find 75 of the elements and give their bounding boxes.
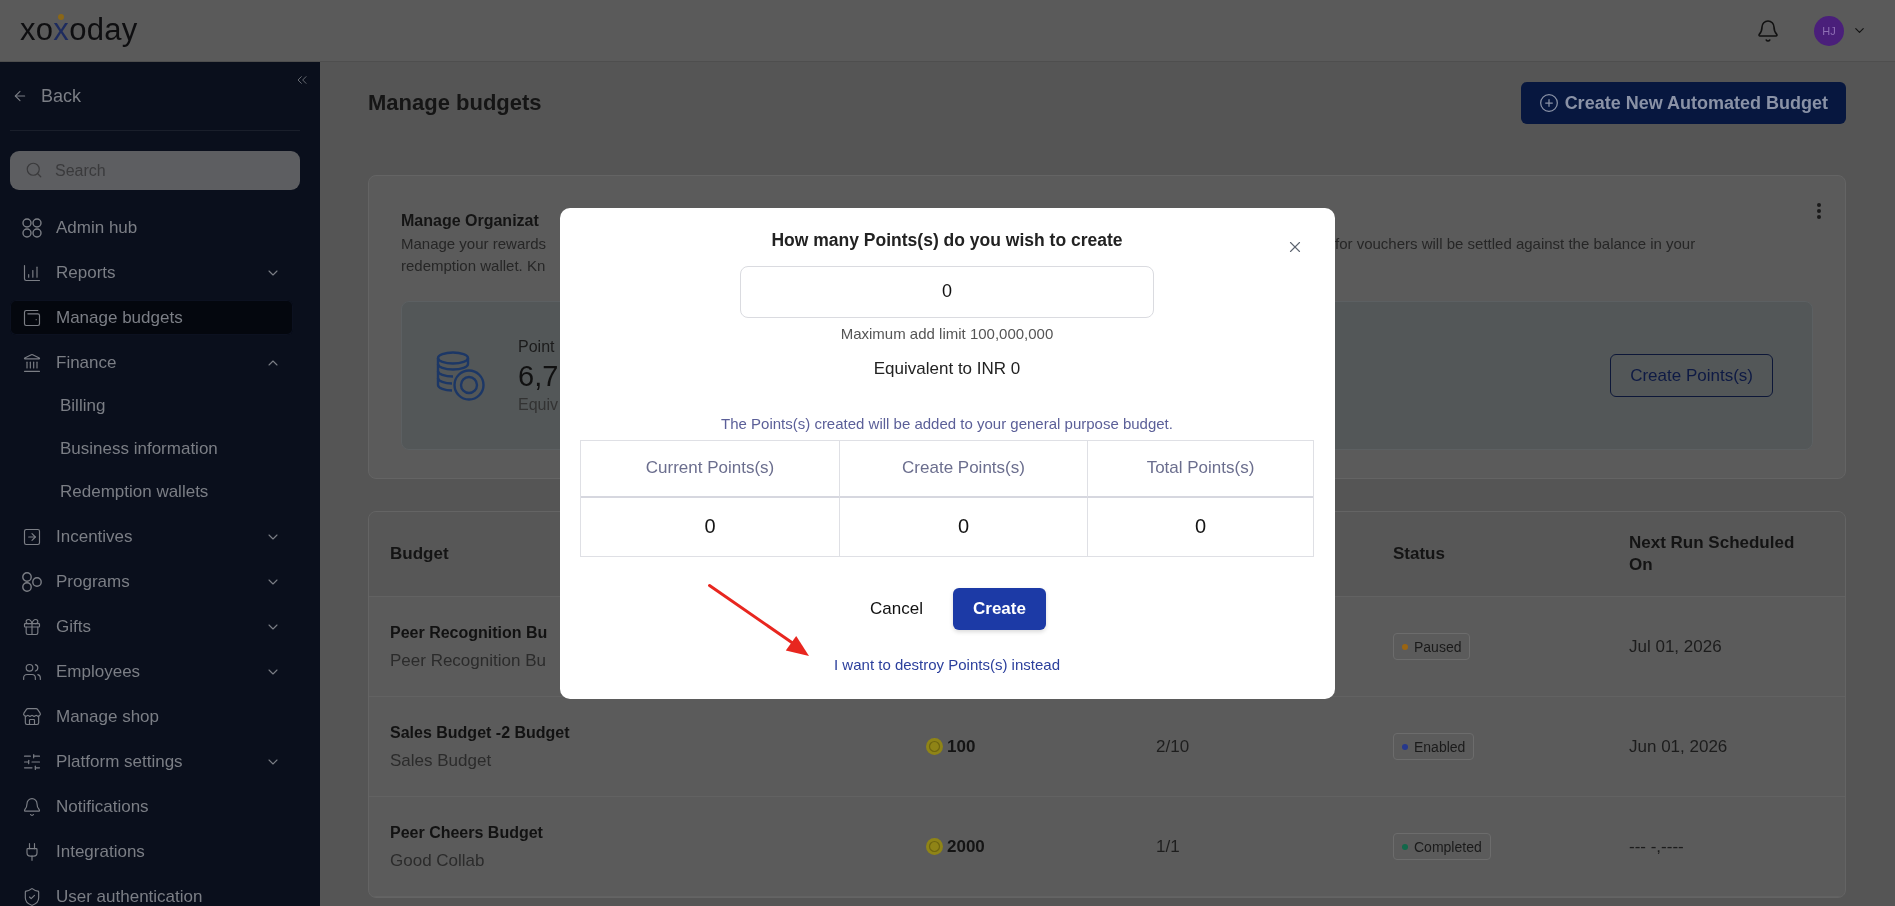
store-icon: [22, 706, 42, 727]
sliders-icon: [22, 751, 42, 772]
sidebar-item[interactable]: Gifts: [10, 609, 293, 644]
status-label: Paused: [1414, 638, 1462, 655]
search-icon: [25, 161, 43, 179]
create-budget-button[interactable]: Create New Automated Budget: [1520, 82, 1846, 124]
table-cell-text: 0: [1193, 514, 1208, 539]
wallet-icon: [22, 307, 42, 328]
sidebar-subitem[interactable]: Billing: [10, 388, 293, 423]
coins-icon: [435, 350, 485, 401]
column-header: Status: [1393, 543, 1445, 565]
shield-check-icon: [22, 886, 42, 906]
more-options-button[interactable]: [1817, 203, 1821, 219]
limit-note: Maximum add limit 100,000,000: [840, 324, 1054, 343]
budget-name: Peer Recognition Bu: [390, 622, 548, 643]
coin-icon: [926, 738, 943, 755]
coin-icon: [926, 838, 943, 855]
budget-amount: 100: [947, 736, 976, 757]
cancel-button[interactable]: Cancel: [848, 587, 945, 630]
budget-usage: 1/1: [1156, 836, 1180, 857]
budget-usage: 2/10: [1156, 736, 1190, 757]
three-circles-icon: [22, 571, 42, 592]
sidebar-item[interactable]: Manage budgets: [10, 300, 293, 335]
next-run-date: Jun 01, 2026: [1629, 736, 1728, 757]
sidebar-item[interactable]: Finance: [10, 345, 293, 380]
users-icon: [22, 661, 42, 682]
create-button[interactable]: Create: [953, 587, 1046, 630]
sidebar-item[interactable]: Employees: [10, 654, 293, 689]
table-cell: 0: [581, 497, 840, 556]
column-header: Budget: [390, 543, 449, 565]
bar-chart-icon: [22, 262, 42, 283]
status-label: Completed: [1414, 838, 1482, 855]
status-label: Enabled: [1414, 738, 1466, 755]
table-cell: 0: [840, 497, 1088, 556]
column-header: Create Points(s): [840, 440, 1088, 498]
sidebar-subitem[interactable]: Business information: [10, 431, 293, 466]
budget-amount: 2000: [947, 836, 985, 857]
sidebar-item[interactable]: Notifications: [10, 789, 293, 824]
sidebar-subitem[interactable]: Redemption wallets: [10, 474, 293, 509]
bank-icon: [22, 352, 42, 373]
next-run-date: --- -,----: [1629, 836, 1684, 857]
sidebar-item[interactable]: Platform settings: [10, 744, 293, 779]
budget-name: Sales Budget -2 Budget: [390, 722, 570, 743]
back-button[interactable]: Back: [12, 84, 82, 108]
kebab-menu-icon: [1817, 203, 1821, 219]
logo: xoxoday: [20, 11, 138, 50]
notifications-button[interactable]: [1756, 18, 1780, 43]
arrow-square-icon: [22, 526, 42, 547]
circles-grid-icon: [22, 217, 42, 238]
column-header: Next Run Scheduled On: [1629, 532, 1796, 576]
points-label: Point: [518, 336, 555, 357]
sidebar-item[interactable]: Admin hub: [10, 210, 293, 245]
gift-icon: [22, 616, 42, 637]
avatar[interactable]: HJ: [1814, 15, 1844, 46]
next-run-date: Jul 01, 2026: [1629, 636, 1722, 657]
sidebar-item[interactable]: Integrations: [10, 834, 293, 869]
sidebar-item[interactable]: User authentication: [10, 879, 293, 906]
sidebar-item[interactable]: Incentives: [10, 519, 293, 554]
budget-name: Peer Cheers Budget: [390, 822, 543, 843]
modal-title: How many Points(s) do you wish to create: [771, 228, 1123, 252]
bell-icon: [1756, 18, 1780, 43]
column-header: Current Points(s): [581, 440, 840, 498]
sidebar-item[interactable]: Programs: [10, 564, 293, 599]
equivalent-amount: Equivalent to INR 0: [873, 357, 1021, 380]
sidebar-item[interactable]: Manage shop: [10, 699, 293, 734]
page-title: Manage budgets: [368, 90, 542, 116]
column-header: Total Points(s): [1088, 440, 1313, 498]
points-input[interactable]: 0: [740, 265, 1154, 318]
destroy-points-link[interactable]: I want to destroy Points(s) instead: [834, 655, 1060, 674]
sidebar-item[interactable]: Reports: [10, 255, 293, 290]
points-value: 6,7: [518, 358, 559, 394]
info-note: The Points(s) created will be added to your general purpose budget.: [721, 414, 1173, 433]
plus-circle-icon: [1538, 93, 1559, 113]
card-title: Manage Organizat: [401, 211, 539, 231]
bell-icon: [22, 796, 42, 817]
